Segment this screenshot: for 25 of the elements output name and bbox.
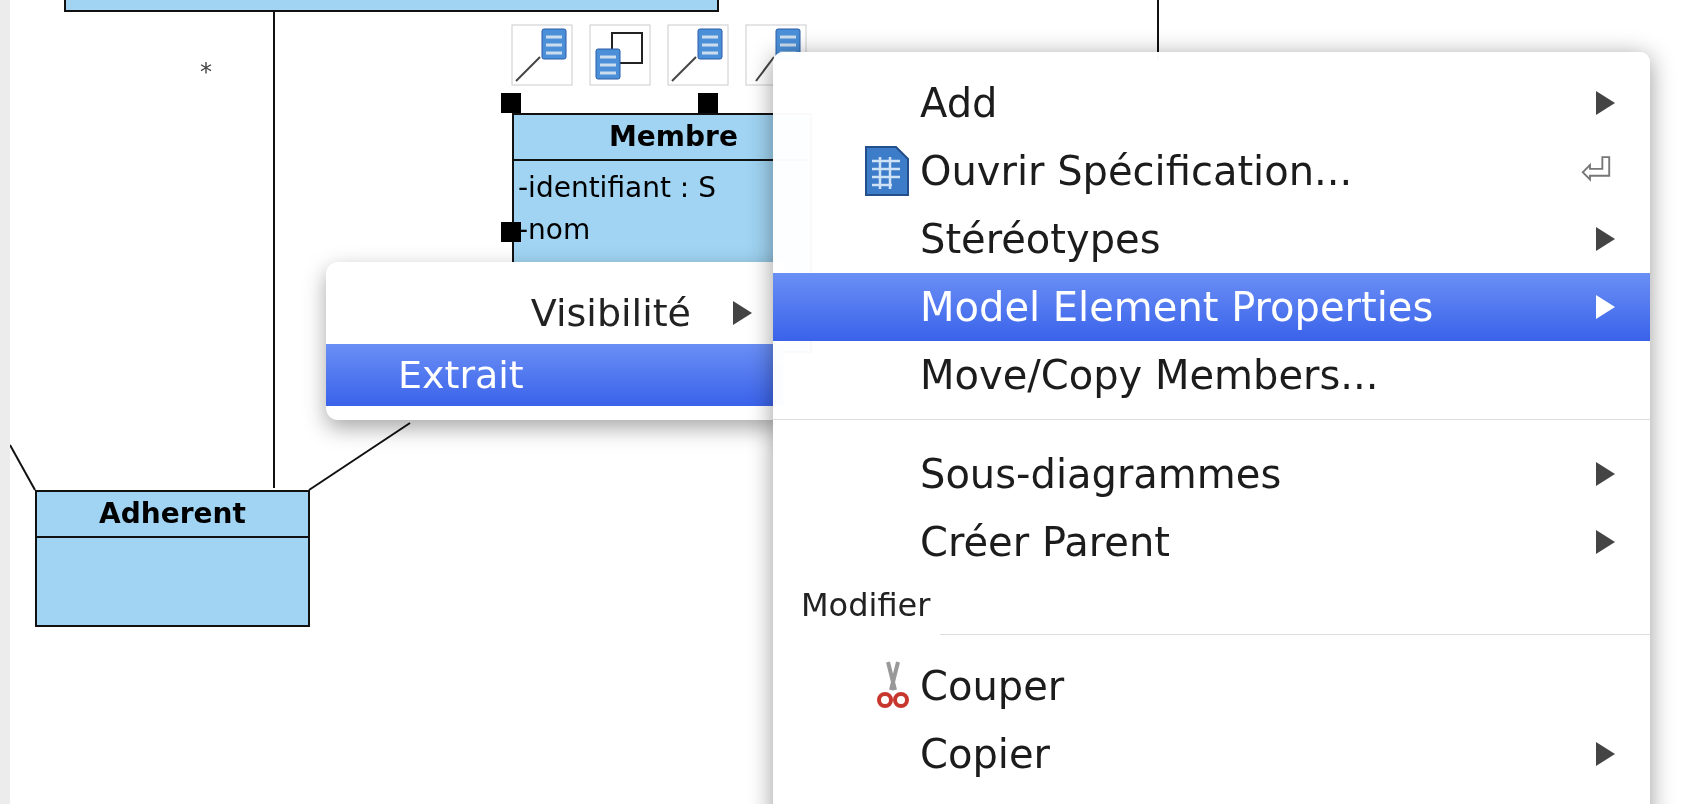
class-attribute: -identifiant : S	[518, 170, 717, 206]
menu-section-header: Modifier	[801, 586, 931, 624]
menu-item[interactable]: Copier	[773, 720, 1650, 788]
class-box[interactable]: Adherent	[35, 490, 310, 627]
submenu-arrow-icon	[1594, 741, 1616, 767]
class-attribute: -nom	[518, 212, 592, 248]
submenu-arrow-icon	[1594, 226, 1616, 252]
submenu-arrow-icon	[1594, 529, 1616, 555]
class-name: Adherent	[37, 492, 308, 538]
menu-item[interactable]: Model Element Properties	[773, 273, 1650, 341]
association-line	[10, 444, 36, 491]
menu-item[interactable]: Créer Parent	[773, 508, 1650, 576]
submenu-arrow-icon	[731, 300, 753, 326]
multiplicity-label: *	[200, 58, 212, 86]
document-icon	[862, 145, 910, 197]
submenu-arrow-icon	[1594, 461, 1616, 487]
selection-handle[interactable]	[501, 222, 521, 242]
menu-item[interactable]: Couper	[773, 652, 1650, 720]
selection-handle[interactable]	[501, 93, 521, 113]
submenu-arrow-icon	[1594, 90, 1616, 116]
selection-handle[interactable]	[698, 93, 718, 113]
toolbar-icon[interactable]	[589, 24, 651, 86]
shortcut-hint: ⏎	[1580, 149, 1612, 193]
submenu-arrow-icon	[1594, 294, 1616, 320]
menu-item[interactable]: Sous-diagrammes	[773, 440, 1650, 508]
